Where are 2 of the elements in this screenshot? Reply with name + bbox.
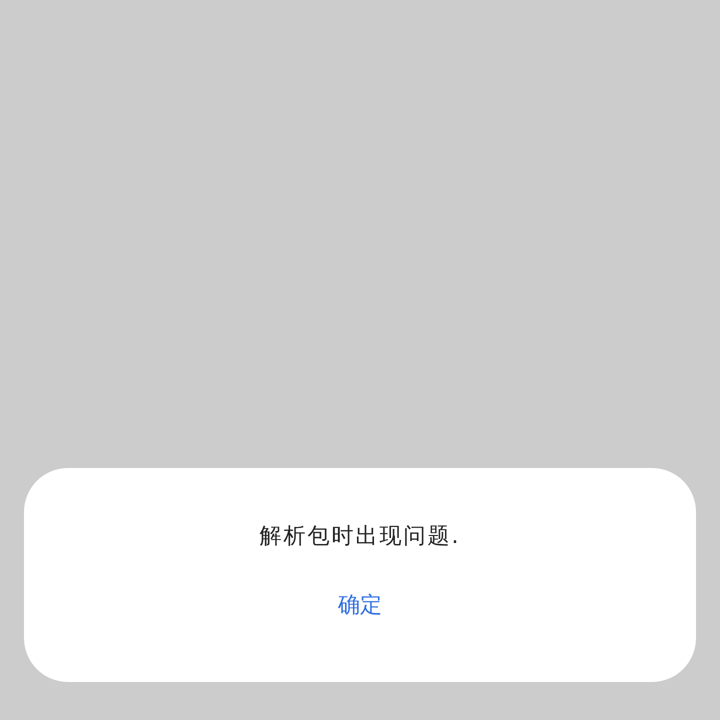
dialog-message: 解析包时出现问题. [260, 523, 460, 551]
ok-button[interactable]: 确定 [330, 589, 390, 622]
